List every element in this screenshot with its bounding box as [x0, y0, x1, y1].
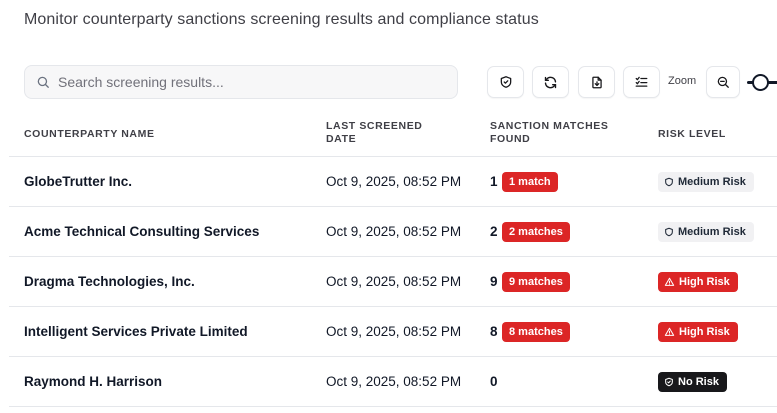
match-badge[interactable]: 9 matches — [502, 272, 570, 292]
zoom-slider-knob[interactable] — [752, 74, 769, 91]
last-screened-date: Oct 9, 2025, 08:52 PM — [326, 274, 462, 289]
match-count: 8 — [490, 324, 498, 339]
export-file-icon — [591, 76, 602, 88]
column-header-matches[interactable]: SANCTION MATCHES FOUND — [490, 120, 630, 146]
last-screened-date: Oct 9, 2025, 08:52 PM — [326, 374, 462, 389]
warning-icon — [664, 327, 675, 336]
checklist-icon — [635, 76, 648, 87]
risk-badge: Medium Risk — [658, 172, 754, 192]
counterparty-name[interactable]: Raymond H. Harrison — [24, 374, 162, 389]
match-badge[interactable]: 8 matches — [502, 322, 570, 342]
zoom-out-icon — [717, 76, 729, 88]
risk-badge: High Risk — [658, 272, 738, 292]
shield-icon — [665, 227, 673, 237]
table-header: COUNTERPARTY NAME LAST SCREENED DATE SAN… — [9, 112, 777, 157]
table-body: GlobeTrutter Inc. Oct 9, 2025, 08:52 PM 1 1… — [9, 157, 777, 407]
bulk-select-button[interactable] — [623, 66, 660, 98]
risk-label: High Risk — [679, 326, 730, 338]
risk-label: No Risk — [678, 376, 719, 388]
screening-table: COUNTERPARTY NAME LAST SCREENED DATE SAN… — [9, 112, 777, 407]
table-row[interactable]: GlobeTrutter Inc. Oct 9, 2025, 08:52 PM 1 1… — [9, 157, 777, 207]
match-count: 2 — [490, 224, 498, 239]
zoom-out-button[interactable] — [706, 66, 740, 98]
column-header-date[interactable]: LAST SCREENED DATE — [326, 120, 446, 146]
risk-label: Medium Risk — [678, 176, 746, 188]
search-icon — [37, 76, 49, 88]
shield-icon — [500, 76, 511, 88]
match-badge[interactable]: 2 matches — [502, 222, 570, 242]
risk-label: Medium Risk — [678, 226, 746, 238]
refresh-button[interactable] — [532, 66, 569, 98]
page-subtitle: Monitor counterparty sanctions screening… — [24, 11, 539, 28]
counterparty-name[interactable]: Dragma Technologies, Inc. — [24, 274, 195, 289]
counterparty-name[interactable]: Intelligent Services Private Limited — [24, 324, 248, 339]
risk-badge: No Risk — [658, 372, 727, 392]
shield-icon — [665, 177, 673, 187]
match-count: 0 — [490, 374, 498, 389]
search-box[interactable] — [24, 65, 458, 99]
counterparty-name[interactable]: Acme Technical Consulting Services — [24, 224, 259, 239]
table-row[interactable]: Raymond H. Harrison Oct 9, 2025, 08:52 PM… — [9, 357, 777, 407]
risk-badge: Medium Risk — [658, 222, 754, 242]
risk-label: High Risk — [679, 276, 730, 288]
last-screened-date: Oct 9, 2025, 08:52 PM — [326, 224, 462, 239]
shield-check-icon — [665, 377, 673, 387]
risk-badge: High Risk — [658, 322, 738, 342]
refresh-icon — [544, 76, 557, 88]
search-input[interactable] — [58, 74, 438, 90]
column-header-risk[interactable]: RISK LEVEL — [658, 128, 726, 141]
match-count: 9 — [490, 274, 498, 289]
shield-filter-button[interactable] — [487, 66, 524, 98]
match-count: 1 — [490, 174, 498, 189]
zoom-label: Zoom — [668, 75, 697, 87]
table-row[interactable]: Acme Technical Consulting Services Oct 9,… — [9, 207, 777, 257]
match-badge[interactable]: 1 match — [502, 172, 558, 192]
export-button[interactable] — [578, 66, 615, 98]
counterparty-name[interactable]: GlobeTrutter Inc. — [24, 174, 132, 189]
last-screened-date: Oct 9, 2025, 08:52 PM — [326, 174, 462, 189]
column-header-name[interactable]: COUNTERPARTY NAME — [24, 128, 155, 141]
warning-icon — [664, 277, 675, 286]
last-screened-date: Oct 9, 2025, 08:52 PM — [326, 324, 462, 339]
table-row[interactable]: Dragma Technologies, Inc. Oct 9, 2025, 08… — [9, 257, 777, 307]
table-row[interactable]: Intelligent Services Private Limited Oct … — [9, 307, 777, 357]
